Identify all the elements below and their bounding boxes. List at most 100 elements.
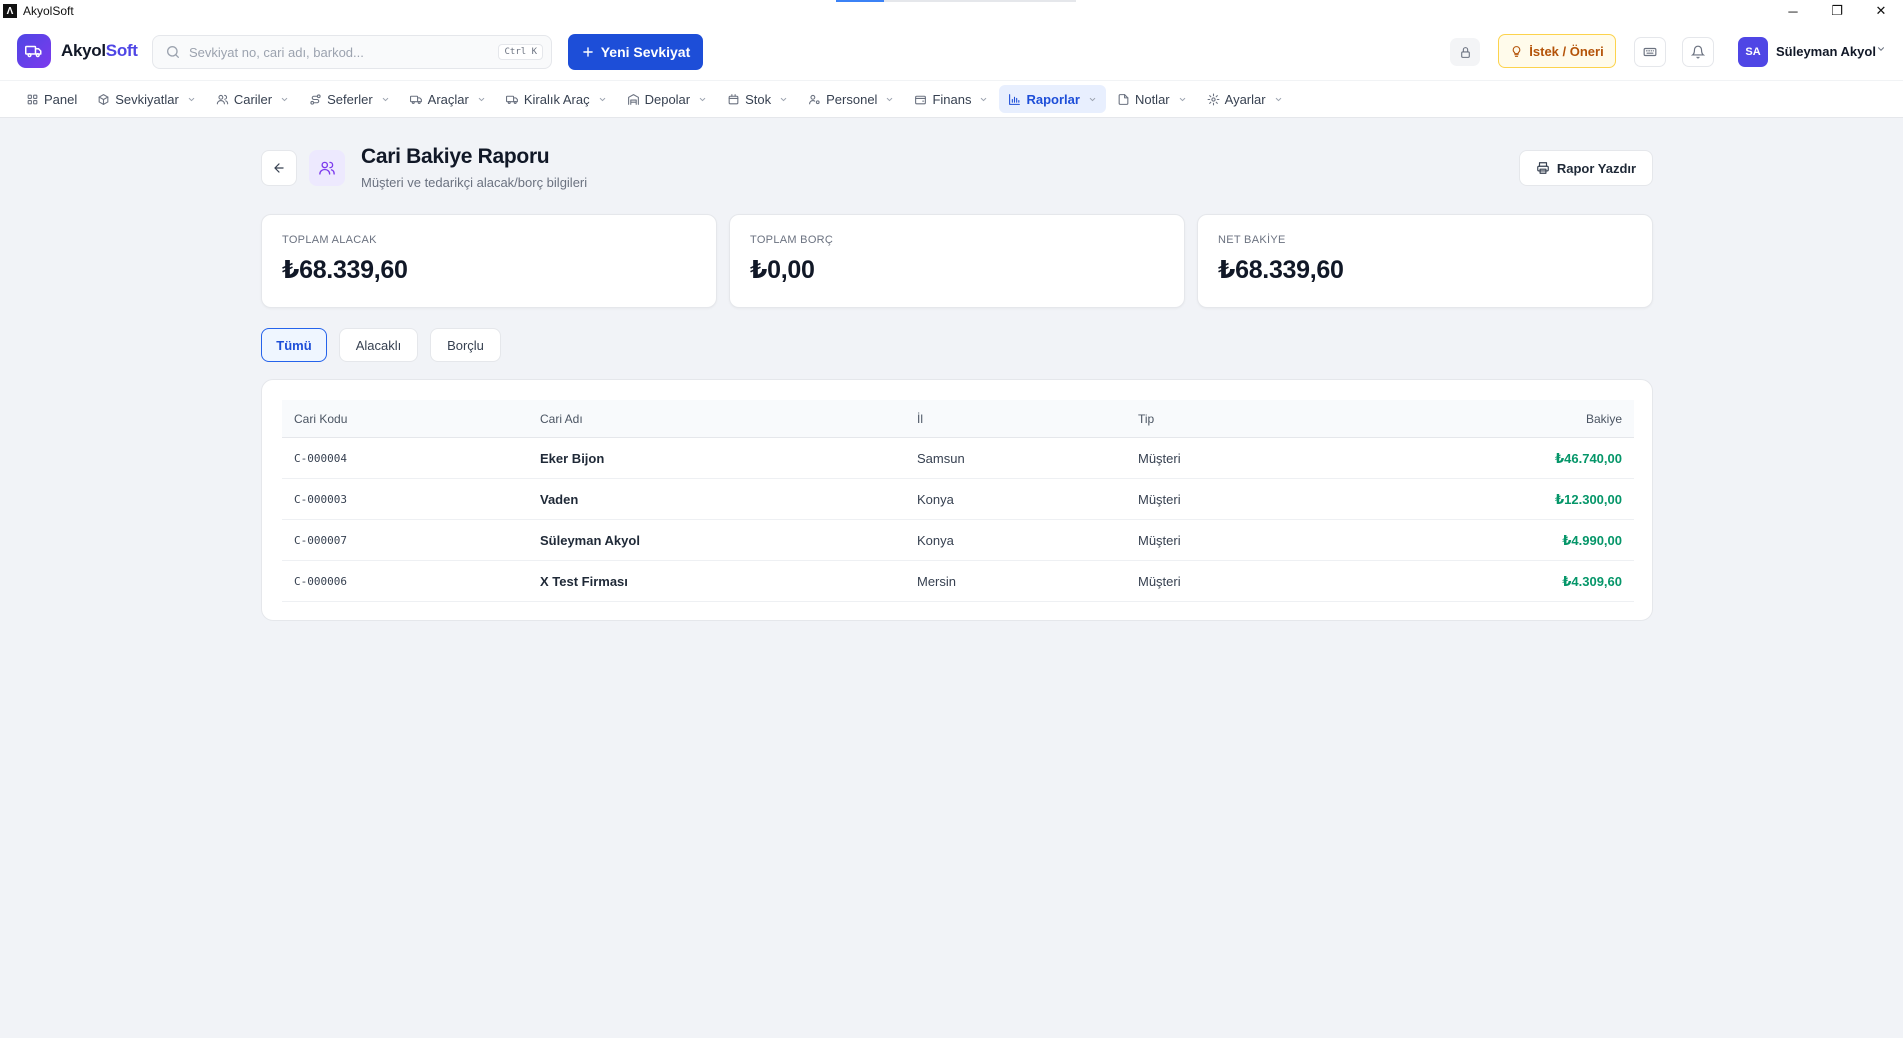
users-icon <box>309 150 345 186</box>
nav-item-label: Cariler <box>233 91 273 107</box>
nav-item-label: Sevkiyatlar <box>115 91 179 107</box>
chevron-down-icon <box>1275 97 1281 101</box>
nav-item-cariler[interactable]: Cariler <box>207 85 298 113</box>
chevron-down-icon <box>382 97 388 101</box>
user-cog-icon <box>809 94 820 104</box>
chevron-down-icon <box>478 97 485 101</box>
balance-table-panel: Cari Kodu Cari Adı İl Tip Bakiye C-00000… <box>261 379 1653 621</box>
cell-name: Süleyman Akyol <box>540 533 640 548</box>
page-subtitle: Müşteri ve tedarikçi alacak/borç bilgile… <box>361 175 588 190</box>
nav-item-depolar[interactable]: Depolar <box>618 85 717 113</box>
search-box[interactable]: Ctrl K <box>152 35 552 69</box>
nav-item-finans[interactable]: Finans <box>905 85 997 113</box>
notifications-button[interactable] <box>1682 37 1714 67</box>
back-button[interactable] <box>261 150 297 186</box>
stat-value: ₺68.339,60 <box>282 256 408 284</box>
nav-item-personel[interactable]: Personel <box>799 85 903 113</box>
new-shipment-button[interactable]: Yeni Sevkiyat <box>568 34 703 70</box>
table-row[interactable]: C-000007 Süleyman Akyol Konya Müşteri ₺4.990… <box>282 520 1634 561</box>
column-header-name[interactable]: Cari Adı <box>540 412 583 426</box>
nav-item-label: Notlar <box>1134 91 1170 107</box>
brand-name[interactable]: AkyolSoft <box>61 41 138 61</box>
cell-code: C-000006 <box>294 575 347 588</box>
avatar[interactable]: SA <box>1738 37 1768 67</box>
column-header-code[interactable]: Cari Kodu <box>294 412 347 426</box>
stat-card-total-receivable: TOPLAM ALACAK ₺68.339,60 <box>261 214 717 308</box>
nav-item-panel[interactable]: Panel <box>17 85 86 113</box>
main-nav: Panel Sevkiyatlar Cariler Seferler Araçlar Ki… <box>0 80 1903 118</box>
nav-item-stok[interactable]: Stok <box>718 85 797 113</box>
nav-item-notlar[interactable]: Notlar <box>1108 85 1196 113</box>
cell-city: Konya <box>917 492 954 507</box>
chevron-down-icon[interactable] <box>1876 44 1886 54</box>
gear-icon <box>1207 93 1220 105</box>
truck-logo-icon[interactable] <box>17 34 51 68</box>
lock-icon <box>1460 46 1470 58</box>
chevron-down-icon <box>887 97 893 101</box>
column-header-balance[interactable]: Bakiye <box>1586 412 1622 426</box>
close-button[interactable]: ✕ <box>1859 0 1903 22</box>
new-shipment-label: Yeni Sevkiyat <box>600 44 691 60</box>
nav-item-ayarlar[interactable]: Ayarlar <box>1198 85 1292 113</box>
column-header-type[interactable]: Tip <box>1138 412 1154 426</box>
chevron-down-icon <box>1179 97 1185 101</box>
cell-type: Müşteri <box>1138 451 1181 466</box>
window-title: AkyolSoft <box>23 4 74 18</box>
truck-icon <box>505 95 518 104</box>
table-row[interactable]: C-000006 X Test Firması Mersin Müşteri ₺4.30… <box>282 561 1634 602</box>
print-report-button[interactable]: Rapor Yazdır <box>1519 150 1653 186</box>
filter-tab-debtor[interactable]: Borçlu <box>430 328 501 362</box>
cell-city: Konya <box>917 533 954 548</box>
table-row[interactable]: C-000003 Vaden Konya Müşteri ₺12.300,00 <box>282 479 1634 520</box>
chevron-down-icon <box>699 97 706 101</box>
plus-icon <box>582 47 593 57</box>
keyboard-button[interactable] <box>1634 37 1666 67</box>
cell-city: Samsun <box>917 451 965 466</box>
nav-item-sevkiyatlar[interactable]: Sevkiyatlar <box>88 85 205 113</box>
cell-code: C-000004 <box>294 452 347 465</box>
stat-label: NET BAKİYE <box>1218 234 1286 246</box>
cell-balance: ₺46.740,00 <box>1555 451 1622 466</box>
search-input[interactable] <box>189 44 489 60</box>
stat-card-net-balance: NET BAKİYE ₺68.339,60 <box>1197 214 1653 308</box>
filter-tab-receivable[interactable]: Alacaklı <box>339 328 418 362</box>
user-name[interactable]: Süleyman Akyol <box>1776 44 1876 59</box>
cell-balance: ₺4.309,60 <box>1562 574 1622 589</box>
nav-item-araçlar[interactable]: Araçlar <box>401 85 495 113</box>
suggestion-label: İstek / Öneri <box>1529 43 1604 59</box>
nav-item-label: Raporlar <box>1026 91 1080 107</box>
table-row[interactable]: C-000004 Eker Bijon Samsun Müşteri ₺46.740,0… <box>282 438 1634 479</box>
suggestion-button[interactable]: İstek / Öneri <box>1498 34 1616 68</box>
cell-name: Eker Bijon <box>540 451 605 466</box>
page-title: Cari Bakiye Raporu <box>361 145 550 168</box>
minimize-button[interactable]: ─ <box>1771 0 1815 22</box>
chevron-down-icon <box>599 97 605 101</box>
filter-tab-all[interactable]: Tümü <box>261 328 327 362</box>
nav-item-seferler[interactable]: Seferler <box>300 85 399 113</box>
column-header-city[interactable]: İl <box>917 412 923 426</box>
restore-button[interactable]: ❐ <box>1815 0 1859 22</box>
cell-code: C-000007 <box>294 534 347 547</box>
cell-type: Müşteri <box>1138 574 1181 589</box>
window-titlebar: Λ AkyolSoft ─ ❐ ✕ <box>0 0 1903 22</box>
loading-bar <box>836 0 1076 2</box>
keyboard-icon <box>1643 47 1657 57</box>
nav-item-label: Stok <box>745 91 772 107</box>
cell-balance: ₺4.990,00 <box>1562 533 1622 548</box>
nav-item-raporlar[interactable]: Raporlar <box>999 85 1106 113</box>
stat-value: ₺0,00 <box>750 256 815 284</box>
lock-button[interactable] <box>1450 38 1480 66</box>
balance-table: Cari Kodu Cari Adı İl Tip Bakiye C-00000… <box>282 400 1634 602</box>
nav-item-label: Personel <box>826 91 878 107</box>
chevron-down-icon <box>188 97 195 101</box>
cell-name: Vaden <box>540 492 579 507</box>
brand-main: Akyol <box>61 41 106 60</box>
nav-item-label: Finans <box>932 91 972 107</box>
users-icon <box>216 94 229 104</box>
nav-item-label: Seferler <box>327 91 373 107</box>
nav-item-label: Araçlar <box>427 91 469 107</box>
chevron-down-icon <box>1089 97 1096 101</box>
cell-balance: ₺12.300,00 <box>1555 492 1622 507</box>
stat-label: TOPLAM BORÇ <box>750 234 834 246</box>
nav-item-kiralık-araç[interactable]: Kiralık Araç <box>497 85 616 113</box>
